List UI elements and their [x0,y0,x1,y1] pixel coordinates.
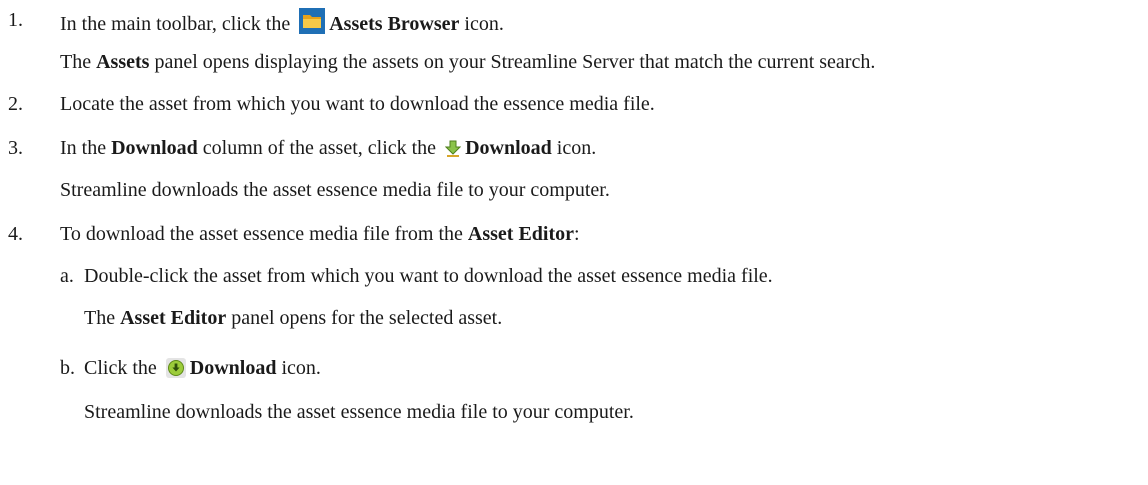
download-column-label: Download [111,137,198,159]
asset-editor-label: Asset Editor [467,223,575,245]
download-circle-icon [165,358,186,384]
step-text: column of the asset, click the [202,137,437,159]
substep-text: Double-click the asset from which you wa… [84,265,773,287]
step-number: 3. [8,137,23,159]
folder-icon [299,8,326,40]
result-text: The [60,51,92,73]
step-text: In the main toolbar, click the [60,13,291,35]
step-number: 2. [8,93,23,115]
download-arrow-icon [444,140,462,164]
step-text: icon. [464,13,504,35]
download-label: Download [465,137,552,159]
assets-label: Assets [96,51,150,73]
step-text: To download the asset essence media file… [60,223,463,245]
step-number: 4. [8,223,23,245]
result-text: Streamline downloads the asset essence m… [84,401,634,423]
substep-text: icon. [281,357,321,379]
download-label: Download [189,357,277,379]
step-text: icon. [556,137,597,159]
asset-editor-label: Asset Editor [120,307,227,329]
substep-text: Click the [84,357,157,379]
assets-browser-label: Assets Browser [329,13,460,35]
step-text: Locate the asset from which you want to … [60,93,655,115]
result-text: panel opens displaying the assets on you… [154,51,876,73]
result-text: panel opens for the selected asset. [231,307,503,329]
result-text: The [84,307,116,329]
step-text: : [574,223,580,245]
step-number: 1. [8,9,23,31]
step-text: In the [60,137,107,159]
instructions-document: 1. In the main toolbar, click the Assets… [0,0,1148,485]
result-text: Streamline downloads the asset essence m… [60,179,610,201]
